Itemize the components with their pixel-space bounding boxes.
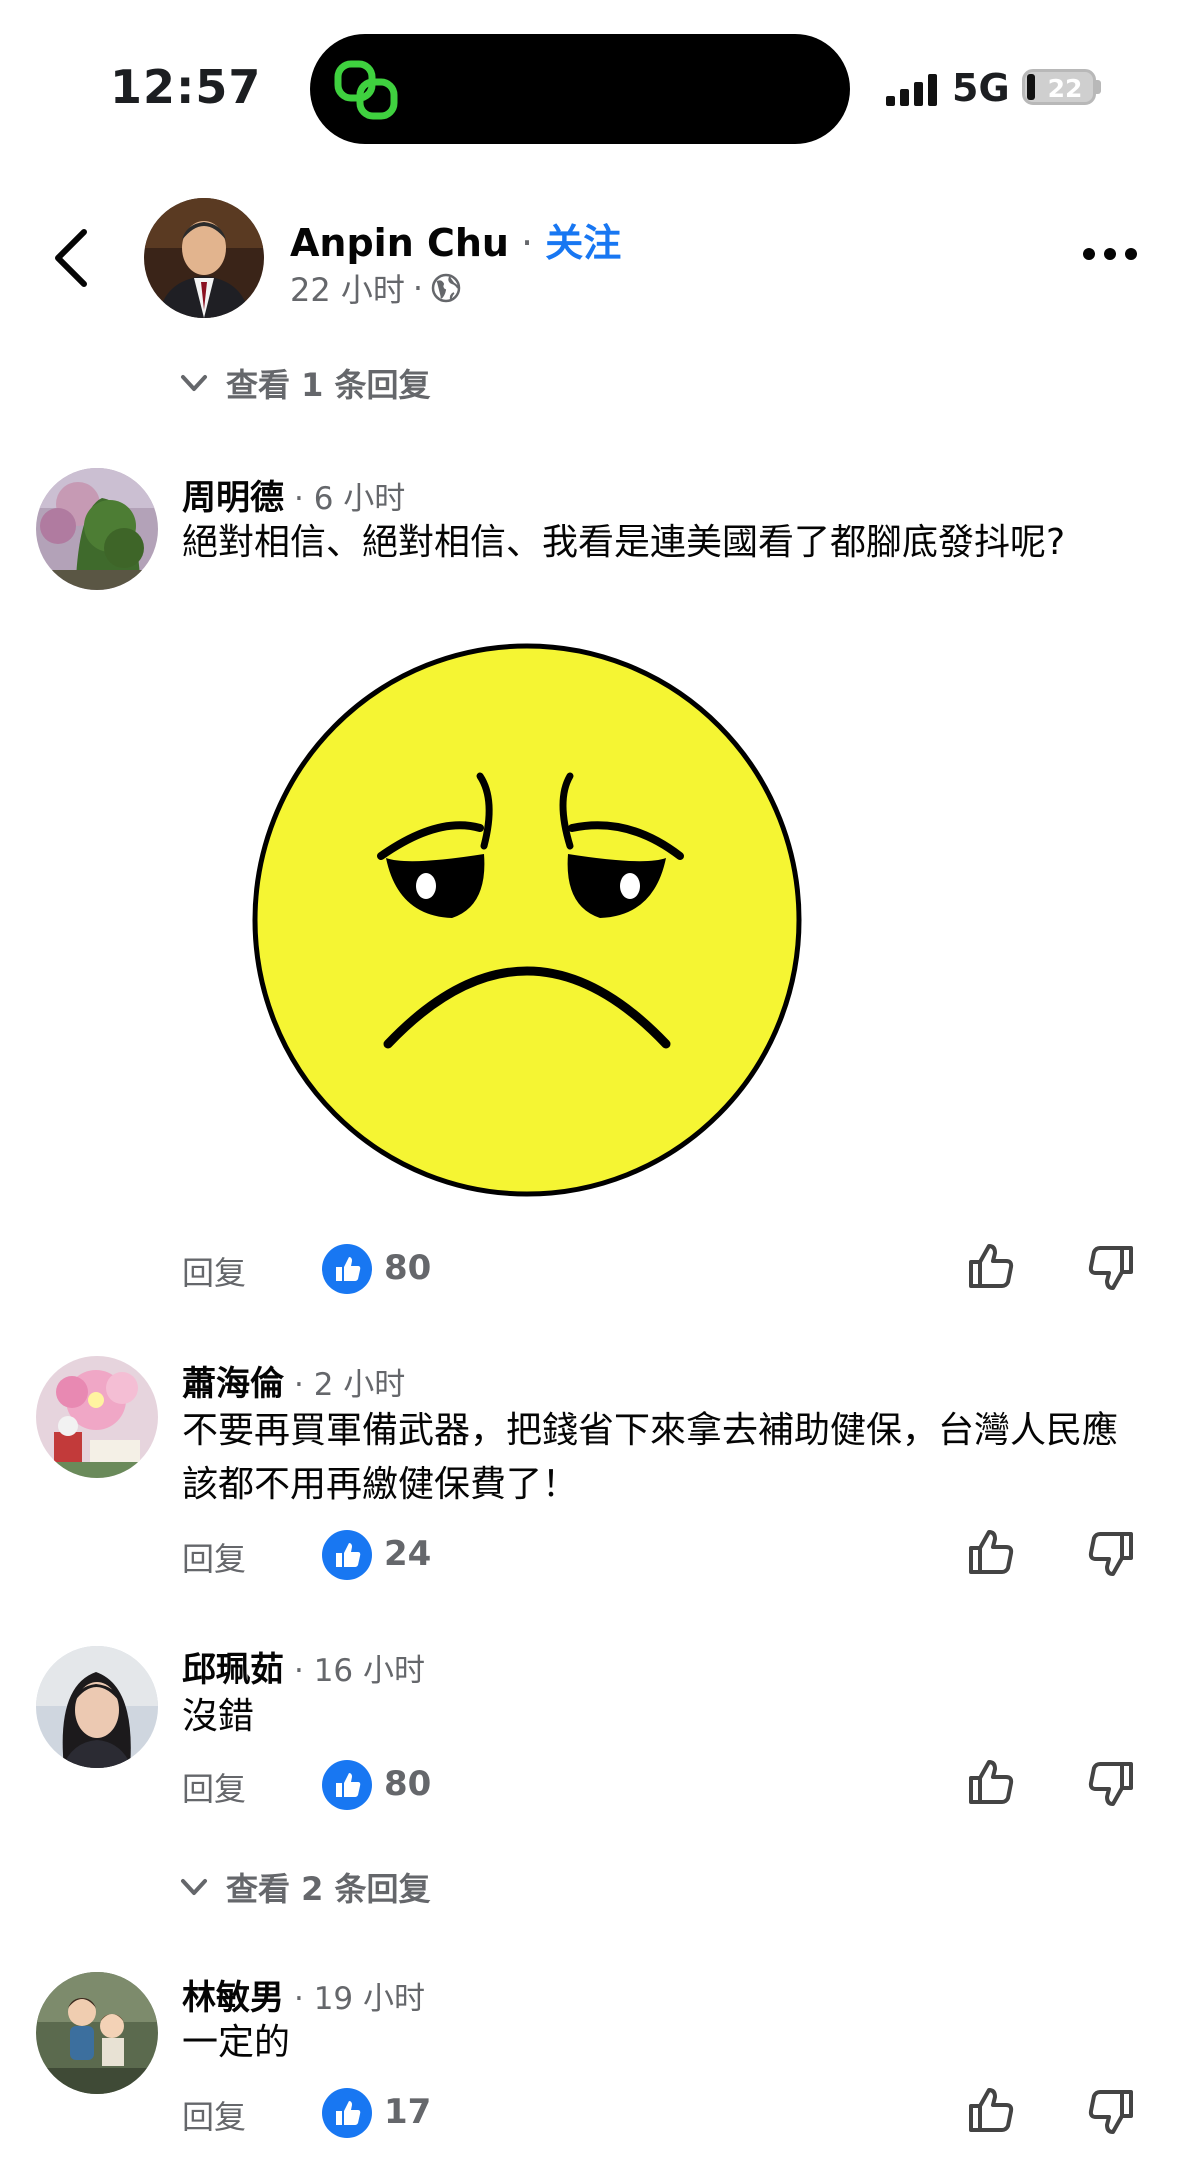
sad-face-sticker: [252, 643, 802, 1197]
view-replies-link[interactable]: 查看 1 条回复: [180, 360, 431, 406]
reply-button[interactable]: 回复: [182, 1764, 246, 1810]
comment-time: · 2 小时: [294, 1367, 406, 1403]
view-replies-link[interactable]: 查看 2 条回复: [180, 1864, 431, 1910]
author-avatar[interactable]: [144, 198, 264, 318]
comment-text: 不要再買軍備武器，把錢省下來拿去補助健保，台灣人民應該都不用再繳健保費了！: [182, 1410, 1119, 1505]
thumbs-down-icon[interactable]: [1086, 2086, 1136, 2138]
comment-header: 林敏男 · 19 小时: [182, 1970, 425, 2019]
view-replies-label: 查看 2 条回复: [226, 1870, 431, 1908]
post-author-line: Anpin Chu · 关注: [290, 212, 621, 267]
commenter-name[interactable]: 邱珮茹: [182, 1642, 284, 1691]
status-time: 12:57: [110, 60, 262, 114]
like-reaction-icon: [322, 1760, 372, 1810]
reply-button[interactable]: 回复: [182, 1534, 246, 1580]
battery-tip: [1096, 80, 1101, 94]
post-time[interactable]: 22 小时: [290, 265, 405, 311]
link-app-icon: [334, 60, 398, 120]
reply-button[interactable]: 回复: [182, 1248, 246, 1294]
globe-icon: [431, 273, 461, 303]
post-meta: 22 小时 ·: [290, 265, 461, 311]
comment-actions: 回复 17: [0, 2084, 1180, 2144]
like-count[interactable]: 24: [384, 1534, 431, 1574]
battery-icon: 22: [1022, 69, 1096, 105]
like-reaction-icon: [322, 2088, 372, 2138]
back-arrow-icon[interactable]: [52, 228, 92, 288]
status-bar: 12:57 5G 22: [0, 0, 1180, 150]
commenter-name[interactable]: 周明德: [182, 470, 284, 519]
comment-header: 周明德 · 6 小时: [182, 470, 405, 519]
chevron-down-icon: [181, 1879, 207, 1895]
thumbs-down-icon[interactable]: [1086, 1528, 1136, 1580]
more-options-icon[interactable]: [1080, 244, 1140, 264]
comment-text: 絕對相信、絕對相信、我看是連美國看了都腳底發抖呢?: [182, 522, 1066, 563]
comment-time: · 16 小时: [294, 1653, 426, 1689]
follow-button[interactable]: 关注: [545, 221, 621, 265]
comment-header: 邱珮茹 · 16 小时: [182, 1642, 425, 1691]
like-count[interactable]: 80: [384, 1764, 431, 1804]
thumbs-up-icon[interactable]: [966, 1240, 1016, 1292]
like-count[interactable]: 80: [384, 1248, 431, 1288]
battery-level: 22: [1047, 74, 1083, 103]
comment-actions: 回复 80: [0, 1756, 1180, 1816]
thumbs-down-icon[interactable]: [1086, 1242, 1136, 1294]
thumbs-up-icon[interactable]: [966, 1526, 1016, 1578]
comment-actions: 回复 80: [0, 1240, 1180, 1300]
thumbs-down-icon[interactable]: [1086, 1758, 1136, 1810]
thumbs-up-icon[interactable]: [966, 1756, 1016, 1808]
commenter-avatar[interactable]: [36, 1646, 158, 1768]
reply-button[interactable]: 回复: [182, 2092, 246, 2138]
dynamic-island: [310, 34, 850, 144]
comment-header: 蕭海倫 · 2 小时: [182, 1356, 405, 1405]
commenter-avatar[interactable]: [36, 1356, 158, 1478]
commenter-avatar[interactable]: [36, 468, 158, 590]
cellular-signal-icon: [886, 74, 937, 106]
meta-separator: ·: [412, 269, 424, 307]
commenter-avatar[interactable]: [36, 1972, 158, 2094]
like-reaction-icon: [322, 1530, 372, 1580]
like-reaction-icon: [322, 1244, 372, 1294]
chevron-down-icon: [181, 375, 207, 391]
comment-text: 一定的: [182, 2022, 291, 2063]
commenter-name[interactable]: 蕭海倫: [182, 1356, 284, 1405]
comment-time: · 19 小时: [294, 1981, 426, 2017]
network-type: 5G: [952, 66, 1010, 110]
like-count[interactable]: 17: [384, 2092, 431, 2132]
author-name[interactable]: Anpin Chu: [290, 221, 509, 265]
comment-actions: 回复 24: [0, 1526, 1180, 1586]
comment-text: 沒錯: [182, 1696, 255, 1737]
view-replies-label: 查看 1 条回复: [226, 366, 431, 404]
name-separator: ·: [508, 221, 546, 265]
commenter-name[interactable]: 林敏男: [182, 1970, 284, 2019]
thumbs-up-icon[interactable]: [966, 2084, 1016, 2136]
comment-time: · 6 小时: [294, 481, 406, 517]
